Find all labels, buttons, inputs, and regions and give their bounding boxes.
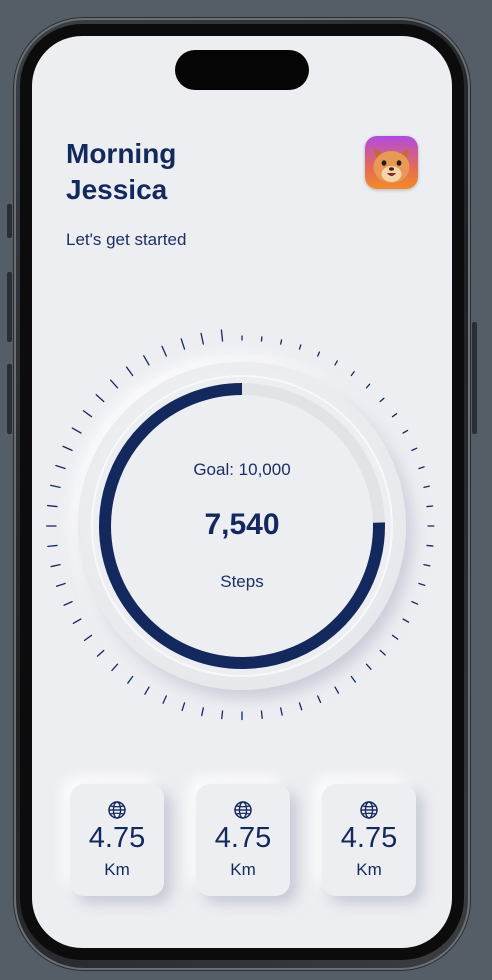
tick-mark [95,394,105,403]
tick-mark [379,649,386,656]
tick-mark [200,332,204,345]
tick-mark [162,695,167,704]
stat-unit: Km [104,860,130,879]
tick-mark [423,564,431,567]
tick-mark [82,410,93,418]
tick-mark [350,675,357,683]
tick-mark [181,702,186,712]
tick-mark [334,686,340,694]
globe-icon [234,801,252,819]
tick-mark [62,445,73,451]
tick-mark [365,383,371,389]
action-button [7,204,12,238]
tick-mark [71,427,82,434]
subtitle: Let's get started [66,230,187,249]
tick-mark [50,484,61,488]
tick-mark [72,618,82,625]
tick-mark [96,649,105,657]
tick-mark [334,360,338,366]
stage: Morning Jessica Let's get started Goal: … [0,0,492,980]
tick-mark [280,339,283,345]
volume-down-button [7,364,12,434]
tick-mark [220,329,224,342]
tick-mark [411,447,418,451]
tick-mark [402,429,409,434]
tick-mark [221,710,224,720]
tick-mark [298,702,303,711]
tick-mark [402,618,410,623]
tick-mark [317,695,322,704]
stat-card-1[interactable]: 4.75 Km [70,784,164,896]
tick-mark [298,344,302,350]
tick-mark [317,351,321,357]
globe-icon [360,801,378,819]
tick-mark [127,675,134,684]
globe-icon [108,801,126,819]
tick-mark [426,544,434,547]
tick-mark [365,663,372,670]
stat-card-3[interactable]: 4.75 Km [322,784,416,896]
tick-mark [260,710,263,720]
app-screen: Morning Jessica Let's get started Goal: … [32,36,452,948]
tick-mark [350,371,355,377]
hamster-face-icon [373,148,410,183]
profile-avatar-button[interactable] [365,136,418,189]
tick-mark [50,564,61,568]
tick-mark [161,345,167,357]
tick-mark [280,707,283,716]
tick-mark [143,355,150,366]
tick-mark [391,413,398,418]
tick-mark [426,505,434,508]
greeting-line-1: Morning [66,138,177,169]
tick-mark [110,379,119,389]
power-button [472,322,477,434]
tick-mark [379,397,385,403]
tick-mark [423,485,431,488]
tick-mark [125,366,134,377]
tick-mark [180,338,186,350]
goal-text: Goal: 10,000 [193,460,291,479]
tick-mark [411,601,419,605]
stat-unit: Km [356,860,382,879]
tick-mark [47,544,58,548]
tick-mark [391,634,399,640]
dynamic-island [175,50,309,90]
greeting-name: Jessica [66,174,168,205]
steps-label: Steps [220,572,264,591]
tick-mark [201,707,204,717]
tick-mark [111,663,119,672]
tick-mark [63,601,73,606]
stat-unit: Km [230,860,256,879]
stat-value: 4.75 [340,822,398,854]
tick-mark [83,634,93,642]
tick-mark [144,686,150,695]
stat-card-2[interactable]: 4.75 Km [196,784,290,896]
greeting-title: Morning Jessica [66,136,176,208]
stat-value: 4.75 [214,822,272,854]
volume-up-button [7,272,12,342]
steps-value: 7,540 [204,508,280,541]
tick-mark [46,504,58,508]
stat-value: 4.75 [88,822,146,854]
